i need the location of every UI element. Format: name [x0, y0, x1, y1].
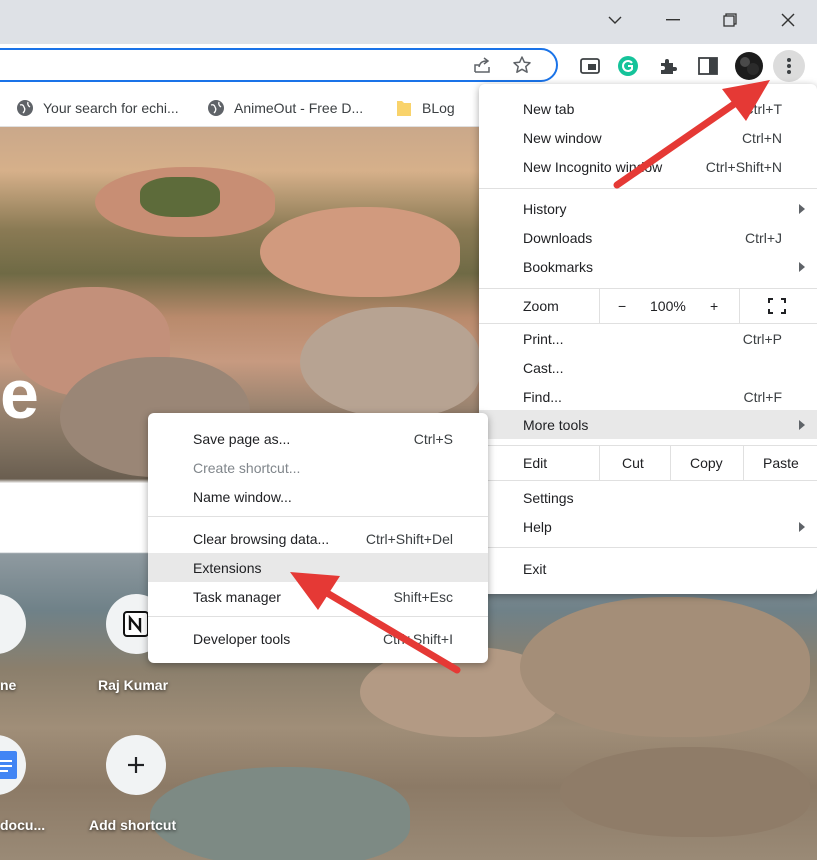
notion-icon — [123, 611, 149, 637]
shortcut-tile[interactable] — [0, 735, 26, 795]
menu-item-exit[interactable]: Exit — [479, 554, 817, 583]
fullscreen-button[interactable] — [768, 298, 786, 317]
submenu-item-create-shortcut[interactable]: Create shortcut... — [148, 453, 488, 482]
profile-avatar[interactable] — [734, 51, 764, 81]
add-shortcut-button[interactable] — [106, 735, 166, 795]
picture-in-picture-icon[interactable] — [576, 52, 604, 80]
menu-divider — [148, 616, 488, 617]
menu-item-edit: Edit Cut Copy Paste — [479, 446, 817, 480]
shortcut-tile[interactable] — [0, 594, 26, 654]
menu-item-find[interactable]: Find... Ctrl+F — [479, 382, 817, 411]
shortcut-label: Add shortcut — [89, 817, 177, 833]
title-bar — [0, 0, 817, 44]
minimize-icon — [666, 19, 680, 21]
menu-item-cast[interactable]: Cast... — [479, 353, 817, 382]
menu-item-zoom: Zoom − 100% + — [479, 289, 817, 323]
submenu-item-task-manager[interactable]: Task manager Shift+Esc — [148, 582, 488, 611]
fullscreen-icon — [768, 298, 786, 314]
bookmark-item[interactable]: AnimeOut - Free D... — [207, 96, 363, 120]
globe-icon — [207, 99, 225, 117]
submenu-arrow-icon — [799, 521, 805, 532]
submenu-item-save-page[interactable]: Save page as... Ctrl+S — [148, 424, 488, 453]
bookmark-item[interactable]: Your search for echi... — [16, 96, 179, 120]
menu-item-bookmarks[interactable]: Bookmarks — [479, 252, 817, 281]
chevron-down-icon — [608, 16, 622, 24]
shortcut-label: ne — [0, 677, 17, 693]
zoom-out-button[interactable]: − — [618, 298, 626, 314]
menu-divider — [479, 480, 817, 481]
submenu-arrow-icon — [799, 203, 805, 214]
restore-button[interactable] — [701, 0, 759, 40]
tab-search-button[interactable] — [586, 0, 644, 40]
minimize-button[interactable] — [644, 0, 702, 40]
globe-icon — [16, 99, 34, 117]
menu-divider — [479, 547, 817, 548]
menu-item-new-incognito[interactable]: New Incognito window Ctrl+Shift+N — [479, 152, 817, 181]
paste-button[interactable]: Paste — [763, 455, 799, 471]
address-bar[interactable] — [0, 48, 558, 82]
menu-item-help[interactable]: Help — [479, 512, 817, 541]
close-button[interactable] — [759, 0, 817, 40]
menu-item-new-tab[interactable]: New tab Ctrl+T — [479, 94, 817, 123]
zoom-in-button[interactable]: + — [710, 298, 718, 314]
google-logo-partial: e — [0, 355, 39, 433]
kebab-menu-icon — [787, 58, 791, 74]
restore-icon — [723, 13, 737, 27]
share-icon[interactable] — [468, 51, 496, 79]
shortcut-label: Raj Kumar — [98, 677, 169, 693]
side-panel-icon[interactable] — [694, 52, 722, 80]
zoom-level: 100% — [650, 298, 686, 314]
menu-item-new-window[interactable]: New window Ctrl+N — [479, 123, 817, 152]
menu-divider — [479, 188, 817, 189]
menu-item-downloads[interactable]: Downloads Ctrl+J — [479, 223, 817, 252]
chrome-main-menu: New tab Ctrl+T New window Ctrl+N New Inc… — [479, 84, 817, 594]
submenu-item-extensions[interactable]: Extensions — [148, 553, 488, 582]
more-tools-submenu: Save page as... Ctrl+S Create shortcut..… — [148, 413, 488, 663]
submenu-item-name-window[interactable]: Name window... — [148, 482, 488, 511]
menu-item-settings[interactable]: Settings — [479, 483, 817, 512]
menu-item-more-tools[interactable]: More tools — [479, 410, 817, 439]
google-docs-icon — [0, 751, 17, 779]
submenu-arrow-icon — [799, 261, 805, 272]
bookmark-star-icon[interactable] — [508, 51, 536, 79]
grammarly-icon[interactable] — [614, 52, 642, 80]
submenu-arrow-icon — [799, 419, 805, 430]
plus-icon — [128, 757, 144, 773]
menu-divider — [148, 516, 488, 517]
shortcut-label: docu... — [0, 817, 46, 833]
bookmark-folder[interactable]: BLog — [395, 96, 455, 120]
extensions-puzzle-icon[interactable] — [654, 52, 682, 80]
chrome-menu-button[interactable] — [773, 50, 805, 82]
submenu-item-clear-browsing-data[interactable]: Clear browsing data... Ctrl+Shift+Del — [148, 524, 488, 553]
folder-icon — [395, 99, 413, 117]
cut-button[interactable]: Cut — [622, 455, 644, 471]
close-icon — [781, 13, 795, 27]
menu-item-history[interactable]: History — [479, 194, 817, 223]
submenu-item-developer-tools[interactable]: Developer tools Ctrl+Shift+I — [148, 624, 488, 653]
copy-button[interactable]: Copy — [690, 455, 723, 471]
menu-item-print[interactable]: Print... Ctrl+P — [479, 324, 817, 353]
